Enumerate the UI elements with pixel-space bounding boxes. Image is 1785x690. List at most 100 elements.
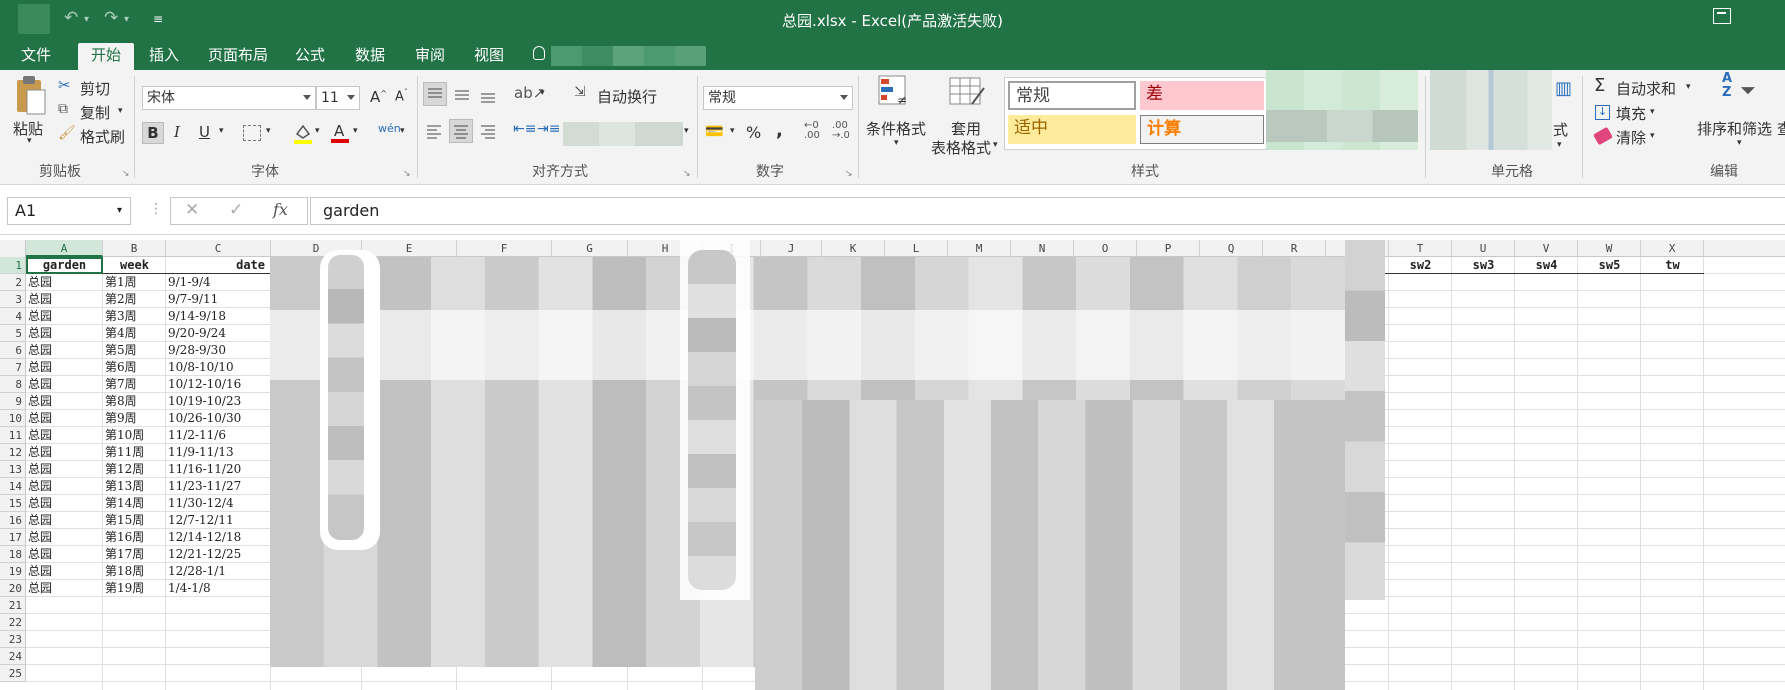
cell-a2[interactable]: 总园	[28, 274, 101, 291]
row-header-24[interactable]: 24	[0, 648, 26, 665]
cell-c2[interactable]: 9/1-9/4	[168, 274, 269, 291]
more-options-icon[interactable]: ⋮	[149, 201, 163, 217]
cell-c19[interactable]: 12/28-1/1	[168, 563, 269, 580]
row-header-18[interactable]: 18	[0, 546, 26, 563]
decrease-indent-icon[interactable]: ⇤≡	[513, 121, 536, 137]
column-header-f[interactable]: F	[457, 240, 552, 257]
wrap-text-icon[interactable]: ⇲	[574, 84, 586, 100]
row-header-22[interactable]: 22	[0, 614, 26, 631]
orientation-dropdown-icon[interactable]: ▾	[540, 88, 545, 98]
conditional-format-button[interactable]: 条件格式	[866, 118, 926, 139]
column-header-u[interactable]: U	[1452, 240, 1515, 257]
cell-a6[interactable]: 总园	[28, 342, 101, 359]
cell-b12[interactable]: 第11周	[105, 444, 164, 461]
clear-dropdown-icon[interactable]: ▾	[1650, 131, 1655, 141]
format-cells-icon[interactable]: ▥	[1555, 78, 1572, 99]
column-header-c[interactable]: C	[166, 240, 271, 257]
underline-button[interactable]: U	[199, 123, 210, 141]
column-header-q[interactable]: Q	[1200, 240, 1263, 257]
number-launcher-icon[interactable]: ↘	[845, 169, 853, 179]
cell-b17[interactable]: 第16周	[105, 529, 164, 546]
row-header-10[interactable]: 10	[0, 410, 26, 427]
fill-down-icon[interactable]: ↓	[1595, 105, 1610, 120]
merge-center-button[interactable]	[563, 122, 683, 146]
cell-a5[interactable]: 总园	[28, 325, 101, 342]
align-middle-icon[interactable]	[451, 83, 473, 105]
style-bad[interactable]: 差	[1140, 81, 1264, 110]
format-painter-button[interactable]: 格式刷	[80, 126, 125, 147]
border-dropdown-icon[interactable]: ▾	[266, 126, 271, 136]
align-right-icon[interactable]	[477, 120, 499, 142]
funnel-icon[interactable]: ⏷	[1740, 78, 1756, 102]
cell-b5[interactable]: 第4周	[105, 325, 164, 342]
format-painter-icon[interactable]: 🖌	[58, 125, 76, 141]
align-top-icon[interactable]	[423, 82, 447, 106]
insert-function-icon[interactable]: fx	[273, 200, 288, 219]
percent-button[interactable]: %	[746, 123, 761, 142]
column-header-x[interactable]: X	[1641, 240, 1704, 257]
cell-c4[interactable]: 9/14-9/18	[168, 308, 269, 325]
column-header-j[interactable]: J	[761, 240, 822, 257]
column-header-k[interactable]: K	[822, 240, 885, 257]
cell-c13[interactable]: 11/16-11/20	[168, 461, 269, 478]
cell-b16[interactable]: 第15周	[105, 512, 164, 529]
row-header-8[interactable]: 8	[0, 376, 26, 393]
cell-a20[interactable]: 总园	[28, 580, 101, 597]
conditional-dropdown-icon[interactable]: ▾	[894, 138, 899, 148]
format-cells-dropdown-icon[interactable]: ▾	[1557, 140, 1562, 150]
row-header-17[interactable]: 17	[0, 529, 26, 546]
number-format-combo[interactable]: 常规	[703, 86, 853, 110]
scissors-icon[interactable]: ✂	[58, 76, 71, 94]
cell-b11[interactable]: 第10周	[105, 427, 164, 444]
eraser-icon[interactable]	[1593, 126, 1613, 146]
comma-button[interactable]: ,	[776, 120, 783, 141]
lightbulb-icon[interactable]	[533, 46, 545, 60]
cell-b20[interactable]: 第19周	[105, 580, 164, 597]
cell-a13[interactable]: 总园	[28, 461, 101, 478]
tab-page-layout[interactable]: 页面布局	[202, 43, 274, 70]
shrink-font-icon[interactable]: Aˇ	[395, 88, 408, 104]
header-cell-x[interactable]: tw	[1641, 257, 1704, 274]
cell-b8[interactable]: 第7周	[105, 376, 164, 393]
row-header-5[interactable]: 5	[0, 325, 26, 342]
style-normal[interactable]: 常规	[1008, 81, 1136, 110]
bold-button[interactable]: B	[142, 122, 164, 144]
header-cell-u[interactable]: sw3	[1452, 257, 1515, 274]
copy-dropdown-icon[interactable]: ▾	[118, 106, 123, 116]
font-color-icon[interactable]: A	[330, 121, 350, 143]
paste-dropdown-icon[interactable]: ▾	[27, 136, 32, 146]
row-header-14[interactable]: 14	[0, 478, 26, 495]
name-box[interactable]: A1 ▾	[7, 197, 131, 225]
cell-b6[interactable]: 第5周	[105, 342, 164, 359]
accounting-format-icon[interactable]: 💳	[705, 122, 724, 140]
fill-dropdown-icon[interactable]: ▾	[1650, 107, 1655, 117]
cell-a16[interactable]: 总园	[28, 512, 101, 529]
tab-home[interactable]: 开始	[78, 43, 134, 70]
row-header-16[interactable]: 16	[0, 512, 26, 529]
row-header-4[interactable]: 4	[0, 308, 26, 325]
column-header-a[interactable]: A	[26, 240, 103, 257]
column-header-p[interactable]: P	[1137, 240, 1200, 257]
merge-dropdown-icon[interactable]: ▾	[684, 126, 689, 136]
cut-button[interactable]: 剪切	[80, 78, 110, 99]
formula-input[interactable]: garden	[310, 197, 1785, 225]
wrap-text-button[interactable]: 自动换行	[597, 86, 657, 107]
copy-icon[interactable]: ⧉	[58, 101, 68, 117]
cell-a4[interactable]: 总园	[28, 308, 101, 325]
row-header-3[interactable]: 3	[0, 291, 26, 308]
font-size-combo[interactable]: 11	[316, 86, 360, 110]
style-calculation[interactable]: 计算	[1140, 115, 1264, 144]
row-header-6[interactable]: 6	[0, 342, 26, 359]
tab-formulas[interactable]: 公式	[290, 43, 330, 70]
column-header-n[interactable]: N	[1011, 240, 1074, 257]
header-cell-w[interactable]: sw5	[1578, 257, 1641, 274]
cell-c16[interactable]: 12/7-12/11	[168, 512, 269, 529]
row-header-9[interactable]: 9	[0, 393, 26, 410]
conditional-format-icon[interactable]: ≠	[877, 74, 911, 108]
decrease-decimal-icon[interactable]: .00 →.0	[832, 121, 850, 141]
copy-button[interactable]: 复制	[80, 102, 110, 123]
ribbon-display-options-icon[interactable]	[1713, 8, 1731, 24]
tab-data[interactable]: 数据	[350, 43, 390, 70]
row-header-20[interactable]: 20	[0, 580, 26, 597]
cell-c6[interactable]: 9/28-9/30	[168, 342, 269, 359]
